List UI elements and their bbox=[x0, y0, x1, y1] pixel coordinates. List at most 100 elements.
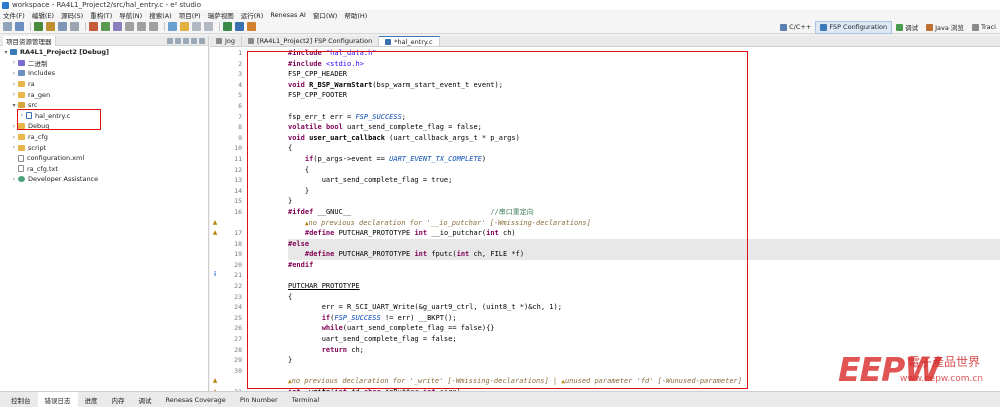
expand-arrow-icon[interactable]: › bbox=[11, 134, 17, 141]
ruler-slot bbox=[210, 69, 220, 80]
hammer-icon[interactable] bbox=[46, 22, 55, 31]
folder-icon bbox=[18, 70, 25, 77]
menu-item[interactable]: 文件(F) bbox=[3, 10, 25, 20]
minimize-icon[interactable] bbox=[199, 37, 205, 44]
perspective-button[interactable]: C/C++ bbox=[776, 21, 815, 34]
perspective-label: 调试 bbox=[905, 24, 919, 32]
tree-item[interactable]: › 二进制 bbox=[0, 58, 208, 69]
external-tools-icon[interactable] bbox=[247, 22, 256, 31]
folder-icon bbox=[18, 176, 25, 183]
view-menu-icon[interactable] bbox=[191, 37, 197, 44]
tree-item[interactable]: configuration.xml bbox=[0, 153, 208, 164]
step-over-icon[interactable] bbox=[137, 22, 146, 31]
tree-item[interactable]: › ra bbox=[0, 79, 208, 90]
menu-item[interactable]: 重构(T) bbox=[90, 10, 112, 20]
step-return-icon[interactable] bbox=[149, 22, 158, 31]
menu-item[interactable]: 窗口(W) bbox=[313, 10, 338, 20]
editor-tab[interactable]: [RA4L1_Project2] FSP Configuration bbox=[242, 36, 380, 46]
bottom-tab[interactable]: Pin Number bbox=[233, 392, 285, 407]
expand-arrow-icon[interactable]: ▾ bbox=[3, 49, 9, 56]
debug-icon[interactable] bbox=[113, 22, 122, 31]
launch-debug-icon[interactable] bbox=[235, 22, 244, 31]
line-number: 11 bbox=[234, 154, 242, 163]
tree-item[interactable]: › ra_cfg bbox=[0, 132, 208, 143]
expand-arrow-icon[interactable]: › bbox=[11, 59, 17, 66]
line-number: 7 bbox=[238, 112, 242, 121]
perspective-button[interactable]: Traci bbox=[968, 21, 1000, 34]
run-icon[interactable] bbox=[101, 22, 110, 31]
ruler-slot bbox=[210, 175, 220, 186]
new-icon[interactable] bbox=[3, 22, 12, 31]
perspective-button[interactable]: 调试 bbox=[892, 21, 922, 34]
bottom-tab[interactable]: 调试 bbox=[132, 392, 159, 407]
menu-item[interactable]: 源码(S) bbox=[61, 10, 83, 20]
ruler-slot bbox=[210, 186, 220, 197]
line-number: 22 bbox=[234, 282, 242, 291]
menu-item[interactable]: 项目(P) bbox=[179, 10, 201, 20]
editor-tab[interactable]: *hal_entry.c bbox=[379, 36, 440, 46]
expand-arrow-icon[interactable]: › bbox=[11, 91, 17, 98]
perspective-button[interactable]: Java 浏览 bbox=[922, 21, 968, 34]
build-icon[interactable] bbox=[34, 22, 43, 31]
next-edit-icon[interactable] bbox=[204, 22, 213, 31]
bottom-tab[interactable]: 错误日志 bbox=[37, 391, 78, 407]
perspective-label: FSP Configuration bbox=[829, 23, 888, 31]
menu-item[interactable]: 编辑(E) bbox=[32, 10, 54, 20]
link-editor-icon[interactable] bbox=[175, 37, 181, 44]
launch-run-icon[interactable] bbox=[223, 22, 232, 31]
window-title: workspace - RA4L1_Project2/src/hal_entry… bbox=[12, 1, 202, 9]
stop-icon[interactable] bbox=[89, 22, 98, 31]
tree-item-label: Developer Assistance bbox=[28, 175, 99, 184]
ruler-slot bbox=[210, 112, 220, 123]
expand-arrow-icon[interactable]: › bbox=[11, 70, 17, 77]
menu-item[interactable]: 瑞萨视图 bbox=[208, 10, 234, 20]
filter-icon[interactable] bbox=[183, 37, 189, 44]
collapse-all-icon[interactable] bbox=[167, 37, 173, 44]
bottom-tab[interactable]: 进度 bbox=[78, 392, 105, 407]
expand-arrow-icon[interactable]: › bbox=[11, 81, 17, 88]
expand-arrow-icon[interactable]: › bbox=[11, 176, 17, 183]
tree-item[interactable]: ra_cfg.txt bbox=[0, 164, 208, 175]
bottom-tab[interactable]: 控制台 bbox=[4, 392, 38, 407]
bottom-tab[interactable]: Terminal bbox=[285, 392, 326, 407]
line-number: 20 bbox=[234, 260, 242, 269]
bottom-tab[interactable]: Renesas Coverage bbox=[159, 392, 233, 407]
editor-tab-label: Jog bbox=[225, 37, 236, 45]
ruler-slot bbox=[210, 260, 220, 271]
open-folder-icon[interactable] bbox=[180, 22, 189, 31]
file-icon bbox=[216, 38, 222, 44]
search-icon[interactable] bbox=[70, 22, 79, 31]
menu-item[interactable]: 运行(R) bbox=[241, 10, 264, 20]
bottom-tab[interactable]: 内存 bbox=[105, 392, 132, 407]
eepw-watermark-logo: EEPW 電子產品世界 www.eepw.com.cn bbox=[838, 350, 996, 390]
editor-tab[interactable]: Jog bbox=[210, 36, 243, 46]
expand-arrow-icon[interactable]: ▾ bbox=[11, 102, 17, 109]
menu-item[interactable]: 搜索(A) bbox=[149, 10, 172, 20]
file-icon bbox=[385, 38, 392, 45]
perspective-button[interactable]: FSP Configuration bbox=[815, 20, 893, 34]
project-explorer-tab[interactable]: 项目资源管理器 bbox=[3, 35, 56, 46]
save-icon[interactable] bbox=[15, 22, 24, 31]
menu-item[interactable]: Renesas AI bbox=[270, 11, 306, 19]
menu-item[interactable]: 导航(N) bbox=[119, 10, 142, 20]
settings-icon[interactable] bbox=[58, 22, 67, 31]
open-type-icon[interactable] bbox=[168, 22, 177, 31]
expand-arrow-icon[interactable]: › bbox=[11, 144, 17, 151]
line-number: 8 bbox=[238, 123, 242, 132]
tree-item[interactable]: › ra_gen bbox=[0, 89, 208, 100]
step-icon[interactable] bbox=[125, 22, 134, 31]
ruler-slot bbox=[210, 154, 220, 165]
ruler-slot bbox=[210, 323, 220, 334]
tree-item[interactable]: › Developer Assistance bbox=[0, 174, 208, 185]
file-icon bbox=[18, 154, 24, 162]
ruler-slot bbox=[210, 133, 220, 144]
ruler-slot bbox=[210, 207, 220, 218]
menu-item[interactable]: 帮助(H) bbox=[344, 10, 367, 20]
ruler-slot bbox=[210, 90, 220, 101]
tree-item[interactable]: › script bbox=[0, 142, 208, 153]
ruler-slot bbox=[210, 334, 220, 345]
tree-item[interactable]: ▾ RA4L1_Project2 [Debug] bbox=[0, 47, 208, 58]
tree-item[interactable]: › Includes bbox=[0, 68, 208, 79]
prev-edit-icon[interactable] bbox=[192, 22, 201, 31]
line-number: 9 bbox=[238, 133, 242, 142]
